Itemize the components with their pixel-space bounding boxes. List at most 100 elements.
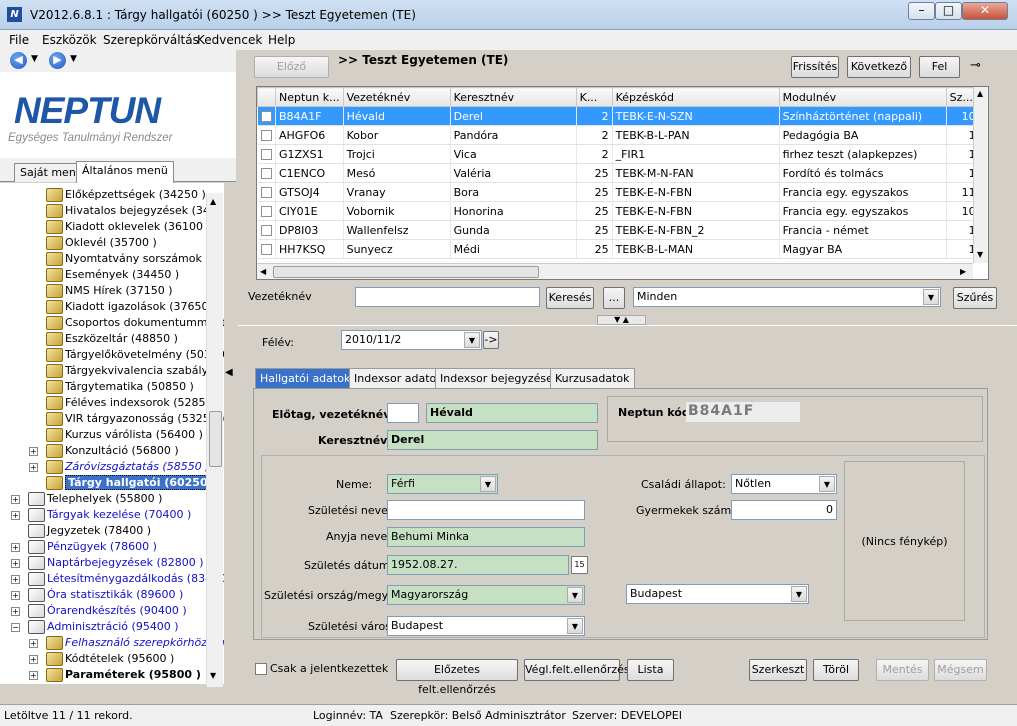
- search-button[interactable]: Keresés: [546, 287, 594, 309]
- back-dropdown-icon[interactable]: ▼: [31, 54, 38, 64]
- expand-icon[interactable]: +: [11, 607, 20, 616]
- grid-column-header[interactable]: Képzéskód: [611, 87, 780, 107]
- pin-icon[interactable]: ⊸: [970, 58, 981, 73]
- expand-icon[interactable]: +: [11, 495, 20, 504]
- tree-item[interactable]: Záróvizsgáztatás (58550 ): [46, 459, 210, 475]
- menu-tools[interactable]: Eszközök: [42, 33, 97, 47]
- row-checkbox[interactable]: [260, 225, 272, 236]
- collapse-panel-icon[interactable]: ◀: [224, 345, 235, 405]
- expand-icon[interactable]: +: [29, 655, 38, 664]
- expand-icon[interactable]: +: [29, 463, 38, 472]
- lastname-field[interactable]: Hévald: [426, 403, 598, 423]
- search-input[interactable]: [355, 287, 540, 307]
- row-checkbox[interactable]: [260, 111, 272, 122]
- tree-item[interactable]: Eszközeltár (48850 ): [46, 331, 178, 347]
- expand-icon[interactable]: +: [29, 671, 38, 680]
- back-icon[interactable]: ◀: [10, 52, 27, 69]
- refresh-button[interactable]: Frissítés: [791, 56, 839, 78]
- tab-general-menu[interactable]: Általános menü: [76, 161, 174, 183]
- prev-button[interactable]: Előző: [254, 56, 329, 78]
- maximize-button[interactable]: □: [935, 2, 962, 20]
- tree-item[interactable]: Tárgy hallgatói (60250 ): [46, 475, 220, 491]
- birthname-field[interactable]: [387, 500, 585, 520]
- tree-item[interactable]: Kurzus várólista (56400 ): [46, 427, 203, 443]
- tree-item[interactable]: Nyomtatvány sorszámok (358: [46, 251, 224, 267]
- tree-item[interactable]: Tárgyekvivalencia szabályok: [46, 363, 221, 379]
- more-button[interactable]: ...: [603, 287, 625, 309]
- tree-item[interactable]: NMS Hírek (37150 ): [46, 283, 173, 299]
- row-checkbox[interactable]: [260, 206, 272, 217]
- row-checkbox[interactable]: [260, 244, 272, 255]
- grid-column-header[interactable]: Vezetéknév: [342, 87, 451, 107]
- children-field[interactable]: 0: [731, 500, 837, 520]
- tree-item[interactable]: Adminisztráció (95400 ): [28, 619, 179, 635]
- next-button[interactable]: Következő: [847, 56, 911, 78]
- expand-icon[interactable]: +: [11, 591, 20, 600]
- expand-icon[interactable]: +: [29, 447, 38, 456]
- table-row[interactable]: DP8I03 Wallenfelsz Gunda 25 TEBK-E-N-FBN_2 Fr…: [257, 220, 980, 240]
- row-checkbox[interactable]: [260, 149, 272, 160]
- table-row[interactable]: CIY01E Vobornik Honorina 25 TEBK-E-N-FBN Fran…: [257, 201, 980, 221]
- list-button[interactable]: Lista: [627, 659, 674, 681]
- tree-item[interactable]: Oklevél (35700 ): [46, 235, 157, 251]
- menu-file[interactable]: File: [9, 33, 29, 47]
- grid-vscroll[interactable]: ▲ ▼: [973, 87, 988, 263]
- gender-select[interactable]: Férfi ▼: [387, 474, 498, 494]
- table-row[interactable]: C1ENCO Mesó Valéria 25 TEBK-M-N-FAN Fordító é…: [257, 163, 980, 183]
- tree-item[interactable]: Hivatalos bejegyzések (34350: [46, 203, 224, 219]
- row-checkbox[interactable]: [260, 130, 272, 141]
- filter-button[interactable]: Szűrés: [953, 287, 997, 309]
- forward-icon[interactable]: ▶: [49, 52, 66, 69]
- up-button[interactable]: Fel: [919, 56, 960, 78]
- prefix-field[interactable]: [387, 403, 419, 423]
- expand-icon[interactable]: +: [29, 639, 38, 648]
- grid-column-header[interactable]: K...: [575, 87, 613, 107]
- tab-course-data[interactable]: Kurzusadatok: [550, 368, 635, 388]
- expand-icon[interactable]: +: [11, 559, 20, 568]
- close-button[interactable]: ✕: [962, 2, 1008, 20]
- tree-item[interactable]: VIR tárgyazonosság (53250 ): [46, 411, 224, 427]
- minimize-button[interactable]: –: [908, 2, 935, 20]
- table-row[interactable]: GTSOJ4 Vranay Bora 25 TEBK-E-N-FBN Francia eg…: [257, 182, 980, 202]
- tree-item[interactable]: Jegyzetek (78400 ): [28, 523, 151, 539]
- tree-item[interactable]: Események (34450 ): [46, 267, 179, 283]
- grid-column-header[interactable]: Modulnév: [778, 87, 947, 107]
- row-checkbox[interactable]: [260, 168, 272, 179]
- table-row[interactable]: AHGFO6 Kobor Pandóra 2 TEBK-B-L-PAN Pedagógia…: [257, 125, 980, 145]
- only-applied-checkbox[interactable]: [255, 663, 267, 675]
- birthdate-field[interactable]: 1952.08.27.: [387, 555, 569, 575]
- expand-icon[interactable]: +: [11, 543, 20, 552]
- grid-column-header[interactable]: Keresztnév: [449, 87, 577, 107]
- tree-item[interactable]: Kiadott oklevelek (36100 ): [46, 219, 211, 235]
- tree-item[interactable]: Felhasználó szerepkörhöz ren: [46, 635, 224, 651]
- row-checkbox[interactable]: [260, 187, 272, 198]
- save-button[interactable]: Mentés: [876, 659, 929, 681]
- tree-item[interactable]: Csoportos dokumentummegte: [46, 315, 224, 331]
- tree-item[interactable]: Órarendkészítés (90400 ): [28, 603, 187, 619]
- tree-item[interactable]: Konzultáció (56800 ): [46, 443, 179, 459]
- semester-go-button[interactable]: ->: [483, 331, 499, 349]
- table-row[interactable]: HH7KSQ Sunyecz Médi 25 TEBK-B-L-MAN Magyar BA…: [257, 239, 980, 259]
- filter-select[interactable]: Minden ▼: [633, 287, 941, 307]
- grid-column-header[interactable]: Neptun k...: [275, 87, 344, 107]
- grid-hscroll[interactable]: ◀ ▶: [257, 263, 973, 279]
- tab-index-entries[interactable]: Indexsor bejegyzések: [435, 368, 565, 388]
- expand-icon[interactable]: +: [11, 511, 20, 520]
- tree-scrollbar[interactable]: ▲ ▼: [206, 193, 223, 687]
- final-check-button[interactable]: Végl.felt.ellenőrzés: [524, 659, 630, 681]
- tree-item[interactable]: Óra statisztikák (89600 ): [28, 587, 183, 603]
- tab-index-data[interactable]: Indexsor adatok: [349, 368, 448, 388]
- semester-select[interactable]: 2010/11/2 ▼: [341, 330, 482, 350]
- table-row[interactable]: G1ZXS1 Trojci Vica 2 _FIR1 firhez teszt (alap…: [257, 144, 980, 164]
- city-select[interactable]: Budapest ▼: [387, 616, 585, 636]
- country-select[interactable]: Magyarország ▼: [387, 585, 585, 605]
- tree-item[interactable]: Kódtételek (95600 ): [46, 651, 174, 667]
- pre-check-button[interactable]: Előzetes felt.ellenőrzés: [396, 659, 518, 696]
- splitter-handle[interactable]: ▼ ▲: [597, 315, 646, 325]
- menu-help[interactable]: Help: [268, 33, 295, 47]
- calendar-icon[interactable]: 15: [571, 556, 588, 574]
- tree-item[interactable]: Paraméterek (95800 ): [46, 667, 201, 683]
- menu-role-switch[interactable]: Szerepkörváltás: [103, 33, 199, 47]
- delete-button[interactable]: Töröl: [813, 659, 859, 681]
- tree-item[interactable]: Tárgyak kezelése (70400 ): [28, 507, 191, 523]
